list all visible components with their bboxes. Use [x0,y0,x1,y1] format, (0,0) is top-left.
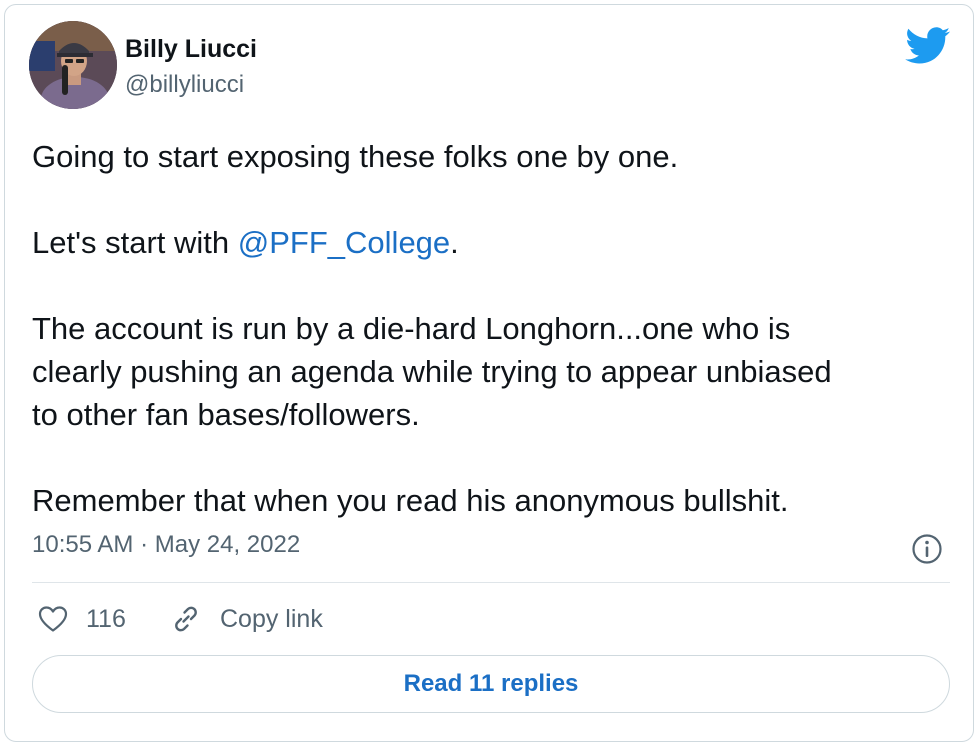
tweet-date: May 24, 2022 [154,531,301,558]
heart-icon [38,606,68,632]
avatar-image [29,21,117,109]
tweet-line: clearly pushing an agenda while trying t… [32,354,832,389]
tweet-timestamp[interactable]: 10:55 AM · May 24, 2022 [32,531,300,559]
tweet-line: The account is run by a die-hard Longhor… [32,311,791,346]
twitter-bird-icon[interactable] [905,27,951,65]
tweet-line: Let's start with @PFF_College. [32,221,952,264]
tweet-text: Going to start exposing these folks one … [32,135,952,522]
tweet-line: to other fan bases/followers. [32,397,420,432]
like-count: 116 [86,604,126,633]
tweet-text-fragment: . [450,225,459,260]
divider [32,582,950,583]
tweet-card: Billy Liucci @billyliucci Going to start… [4,4,974,742]
mention-link[interactable]: @PFF_College [238,225,450,260]
tweet-line: Going to start exposing these folks one … [32,139,679,174]
tweet-text-fragment: Let's start with [32,225,238,260]
info-icon[interactable] [911,533,943,565]
tweet-line: Remember that when you read his anonymou… [32,483,789,518]
copy-link-label: Copy link [220,604,323,633]
tweet-time: 10:55 AM [32,531,134,558]
copy-link-button[interactable]: Copy link [170,601,323,637]
avatar[interactable] [29,21,117,109]
author-handle[interactable]: @billyliucci [125,71,244,99]
timestamp-separator: · [133,531,155,558]
author-name[interactable]: Billy Liucci [125,35,257,64]
like-button[interactable]: 116 [38,601,126,637]
read-replies-button[interactable]: Read 11 replies [32,655,950,713]
link-icon [175,606,197,632]
